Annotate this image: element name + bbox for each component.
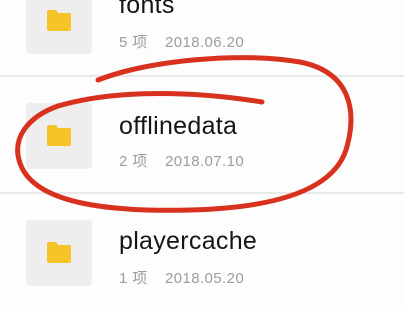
folder-name: offlinedata	[119, 112, 238, 140]
modified-date: 2018.07.10	[165, 153, 245, 170]
file-list: fonts 5 项 2018.06.20 offlinedata 2 项 2018.…	[0, 0, 404, 296]
folder-icon	[47, 242, 71, 263]
item-count: 2 项	[119, 153, 148, 170]
modified-date: 2018.06.20	[165, 34, 245, 51]
folder-meta: 5 项 2018.06.20	[119, 31, 244, 52]
folder-thumbnail	[26, 103, 92, 169]
item-count: 1 项	[119, 270, 148, 287]
folder-row-offlinedata[interactable]: offlinedata 2 项 2018.07.10	[0, 77, 404, 193]
folder-thumbnail	[26, 0, 92, 54]
folder-row-fonts[interactable]: fonts 5 项 2018.06.20	[0, 0, 404, 76]
folder-row-playercache[interactable]: playercache 1 项 2018.05.20	[0, 194, 404, 310]
folder-name: playercache	[119, 227, 258, 255]
modified-date: 2018.05.20	[165, 270, 245, 287]
folder-meta: 1 项 2018.05.20	[119, 267, 244, 288]
item-count: 5 项	[119, 34, 148, 51]
folder-icon	[47, 10, 71, 31]
folder-thumbnail	[26, 220, 92, 286]
folder-name: fonts	[119, 0, 175, 19]
folder-icon	[47, 125, 71, 146]
folder-meta: 2 项 2018.07.10	[119, 150, 244, 171]
